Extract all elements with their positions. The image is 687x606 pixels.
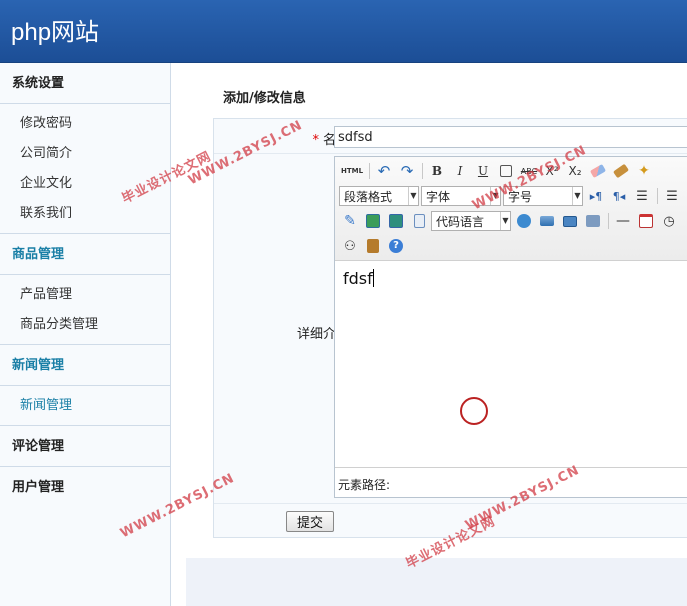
text-caret [372,269,374,287]
sidebar-list-news: 新闻管理 [0,386,170,426]
sidebar-list-system: 修改密码 公司简介 企业文化 联系我们 [0,104,170,234]
sidebar-item-change-password[interactable]: 修改密码 [0,109,170,139]
code-language-select[interactable]: 代码语言 ▼ [431,211,511,231]
page-title: 添加/修改信息 [223,91,306,106]
paragraph-format-value: 段落格式 [344,189,393,204]
chevron-down-icon: ▼ [500,212,510,230]
bold-icon[interactable]: B [426,161,448,181]
attachment-icon[interactable]: ✎ [339,211,361,231]
ltr-icon[interactable]: ▸¶ [585,186,607,206]
sidebar-item-product-manage[interactable]: 产品管理 [0,280,170,310]
indent-icon[interactable]: ☰ [631,186,653,206]
rich-text-editor[interactable]: HTML ↶ ↷ B I U ABC X² X₂ ✦ 段落格式 ▼ 字体 ▼ 字… [334,156,687,498]
format-brush-icon[interactable] [610,161,632,181]
code-language-value: 代码语言 [436,214,485,229]
undo-icon[interactable]: ↶ [373,161,395,181]
editor-toolbar: HTML ↶ ↷ B I U ABC X² X₂ ✦ 段落格式 ▼ 字体 ▼ 字… [335,157,687,261]
sidebar-group-products[interactable]: 商品管理 [0,234,170,275]
sidebar-item-news-manage[interactable]: 新闻管理 [0,391,170,421]
image-icon[interactable] [362,211,384,231]
sidebar-item-company-intro[interactable]: 公司简介 [0,139,170,169]
chevron-down-icon: ▼ [572,187,582,205]
toolbar-separator [608,213,609,229]
template-icon[interactable] [582,211,604,231]
globe-icon[interactable] [513,211,535,231]
header-bar: php网站 [0,0,687,63]
editor-content-text: fdsf [343,269,373,288]
sidebar-group-comments[interactable]: 评论管理 [0,426,170,467]
binoculars-icon[interactable]: ⚇ [339,236,361,256]
eraser-icon[interactable] [587,161,609,181]
mouse-cursor-highlight [460,397,488,425]
sidebar-group-news[interactable]: 新闻管理 [0,345,170,386]
paste-icon[interactable] [362,236,384,256]
sidebar-item-contact[interactable]: 联系我们 [0,199,170,229]
magic-wand-icon[interactable]: ✦ [633,161,655,181]
file-icon[interactable] [408,211,430,231]
sidebar-list-products: 产品管理 商品分类管理 [0,275,170,345]
site-title: php网站 [11,19,100,46]
toolbar-separator [422,163,423,179]
name-input[interactable] [334,126,687,148]
row-divider [214,153,687,154]
help-icon[interactable]: ? [385,236,407,256]
required-mark: * [312,133,319,148]
horizontal-rule-icon[interactable]: — [612,211,634,231]
redo-icon[interactable]: ↷ [396,161,418,181]
edit-form: *名称： 详细介绍： HTML ↶ ↷ B I U ABC X² X₂ [213,118,687,538]
layout-icon[interactable] [559,211,581,231]
multi-image-icon[interactable] [385,211,407,231]
toolbar-separator [657,188,658,204]
image-float-icon[interactable] [536,211,558,231]
chevron-down-icon: ▼ [408,187,418,205]
clock-icon[interactable]: ◷ [658,211,680,231]
sidebar-group-system[interactable]: 系统设置 [0,63,170,104]
italic-icon[interactable]: I [449,161,471,181]
footer-band [186,558,687,606]
font-family-value: 字体 [426,189,451,204]
toolbar-row-1: HTML ↶ ↷ B I U ABC X² X₂ ✦ [339,160,656,182]
element-path-label: 元素路径: [338,478,391,492]
align-icon[interactable]: ☰ [661,186,683,206]
submit-button[interactable]: 提交 [286,511,334,532]
toolbar-row-3: ✎ 代码语言 ▼ — ◷ [339,210,681,232]
editor-statusbar: 元素路径: [335,467,687,497]
paragraph-format-select[interactable]: 段落格式 ▼ [339,186,419,206]
toolbar-row-4: ⚇ ? [339,235,408,257]
underline-icon[interactable]: U [472,161,494,181]
sidebar-item-category-manage[interactable]: 商品分类管理 [0,310,170,340]
editor-content[interactable]: fdsf [343,269,374,288]
calendar-icon[interactable] [635,211,657,231]
toolbar-separator [369,163,370,179]
sidebar-group-users[interactable]: 用户管理 [0,467,170,508]
html-source-button[interactable]: HTML [339,161,365,181]
row-divider [214,503,687,504]
rtl-icon[interactable]: ¶◂ [608,186,630,206]
